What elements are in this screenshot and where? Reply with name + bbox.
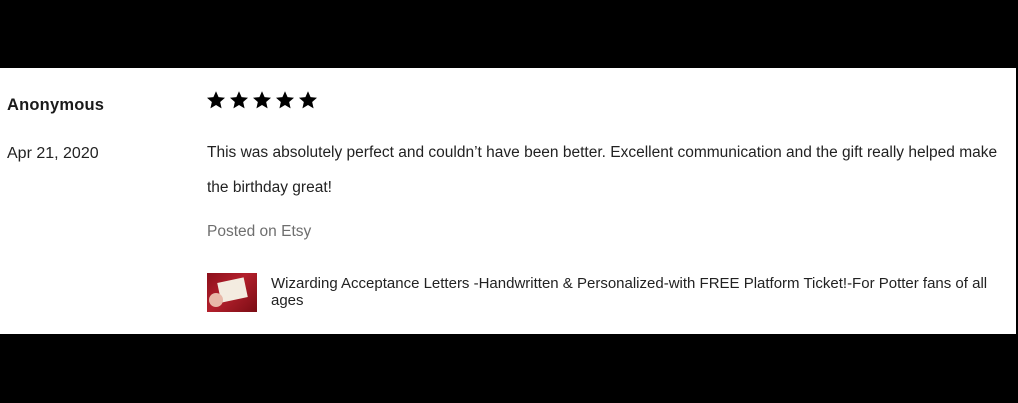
star-icon [206, 90, 226, 110]
listing-title[interactable]: Wizarding Acceptance Letters -Handwritte… [271, 275, 1011, 309]
hand-icon [209, 293, 223, 307]
review-date: Apr 21, 2020 [7, 145, 99, 162]
review-card: Anonymous Apr 21, 2020 This was absolute… [0, 68, 1016, 334]
reviewer-name: Anonymous [7, 96, 105, 114]
star-icon [275, 90, 295, 110]
review-source: Posted on Etsy [207, 223, 312, 240]
listing-thumbnail[interactable] [207, 273, 257, 312]
star-rating [206, 90, 318, 110]
star-icon [229, 90, 249, 110]
listing-link[interactable]: Wizarding Acceptance Letters -Handwritte… [207, 273, 1011, 312]
review-text: This was absolutely perfect and couldn’t… [207, 144, 998, 196]
star-icon [298, 90, 318, 110]
star-icon [252, 90, 272, 110]
